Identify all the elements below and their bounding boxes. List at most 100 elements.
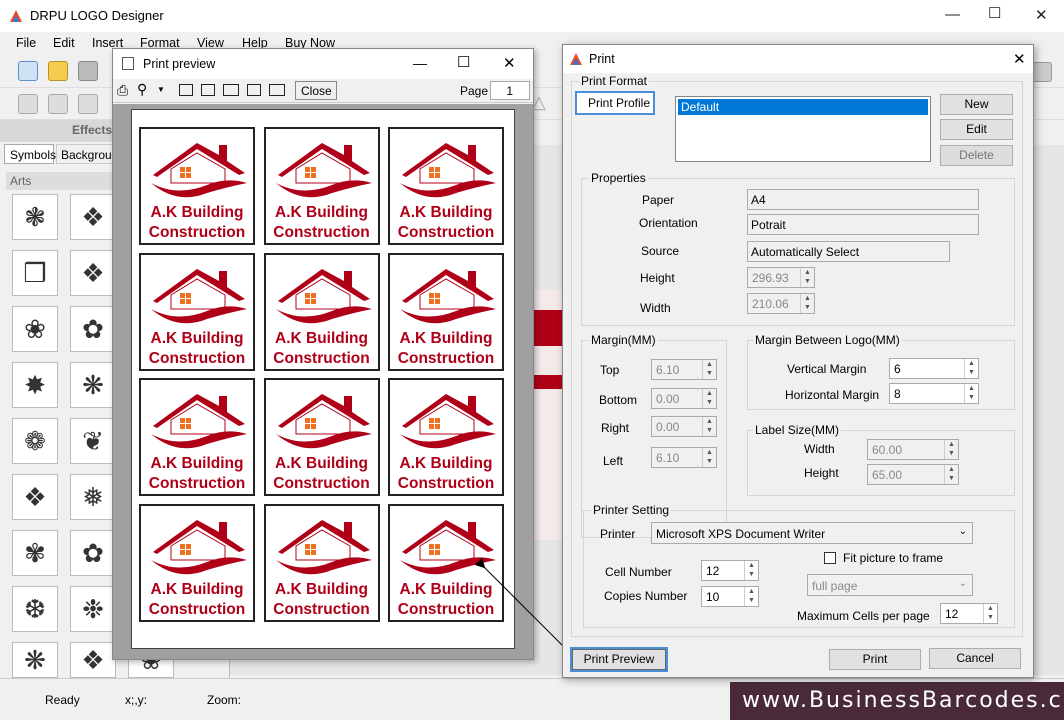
- cell-stepper[interactable]: 12 ▲ ▼: [701, 560, 759, 581]
- one-page-icon[interactable]: [179, 84, 193, 96]
- paper-field[interactable]: A4: [747, 189, 979, 210]
- symbol-square-icon[interactable]: ❒: [12, 250, 58, 296]
- copies-stepper[interactable]: 10 ▲ ▼: [701, 586, 759, 607]
- symbol-loop-icon[interactable]: ✿: [70, 306, 116, 352]
- preview-close-icon[interactable]: ✕: [503, 54, 516, 72]
- text-icon[interactable]: [18, 94, 38, 114]
- print-profile-label: Print Profile: [575, 91, 655, 115]
- four-pages-icon[interactable]: [247, 84, 261, 96]
- symbol-celtic-icon[interactable]: ❀: [12, 306, 58, 352]
- tab-symbols[interactable]: Symbols: [4, 144, 56, 164]
- edit-profile-button[interactable]: Edit: [940, 119, 1013, 140]
- symbol-flower-icon[interactable]: ❁: [12, 418, 58, 464]
- bottom-stepper[interactable]: 0.00 ▲ ▼: [651, 388, 717, 409]
- logo-label: A.K Building Construction: [263, 127, 380, 245]
- new-icon[interactable]: [18, 61, 38, 81]
- image-icon[interactable]: [48, 94, 68, 114]
- menu-file[interactable]: File: [16, 36, 36, 50]
- lock-icon[interactable]: [1032, 62, 1052, 82]
- ls-width-stepper[interactable]: 60.00 ▲ ▼: [867, 439, 959, 460]
- symbol-diamond-icon[interactable]: ❖: [70, 250, 116, 296]
- cell-spin-icon[interactable]: ▲ ▼: [744, 561, 758, 580]
- left-stepper[interactable]: 6.10 ▲ ▼: [651, 447, 717, 468]
- page-number-input[interactable]: 1: [490, 81, 530, 100]
- symbol-flourish-icon[interactable]: ✾: [12, 530, 58, 576]
- label-line2: Construction: [148, 600, 246, 618]
- symbol-clover-icon[interactable]: ✿: [70, 530, 116, 576]
- max-cells-spin-icon[interactable]: ▲ ▼: [983, 604, 997, 623]
- preview-minimize-icon[interactable]: —: [413, 55, 427, 71]
- symbol-scroll-icon[interactable]: ❦: [70, 418, 116, 464]
- width-spin-icon[interactable]: ▲ ▼: [800, 294, 814, 313]
- symbol-knot-icon[interactable]: ❖: [70, 194, 116, 240]
- symbol-fan-icon[interactable]: ❅: [70, 474, 116, 520]
- new-profile-button[interactable]: New: [940, 94, 1013, 115]
- menu-edit[interactable]: Edit: [53, 36, 75, 50]
- print-dialog-close-icon[interactable]: ✕: [1013, 50, 1026, 68]
- printer-select[interactable]: Microsoft XPS Document Writer ⌄: [651, 522, 973, 544]
- delete-profile-button[interactable]: Delete: [940, 145, 1013, 166]
- maximize-icon[interactable]: ☐: [988, 4, 1001, 22]
- symbol-star-icon[interactable]: ✸: [12, 362, 58, 408]
- minimize-icon[interactable]: —: [945, 6, 960, 23]
- fit-mode-select[interactable]: full page ⌄: [807, 574, 973, 596]
- max-cells-stepper[interactable]: 12 ▲ ▼: [940, 603, 998, 624]
- top-stepper[interactable]: 6.10 ▲ ▼: [651, 359, 717, 380]
- ls-height-spin-icon[interactable]: ▲ ▼: [944, 465, 958, 484]
- vmargin-spin-icon[interactable]: ▲ ▼: [964, 359, 978, 378]
- label-line2: Construction: [273, 224, 370, 241]
- symbol-bottom-a-icon[interactable]: ❋: [12, 642, 58, 678]
- top-spin-icon[interactable]: ▲ ▼: [702, 360, 716, 379]
- right-stepper[interactable]: 0.00 ▲ ▼: [651, 416, 717, 437]
- height-stepper[interactable]: 296.93 ▲ ▼: [747, 267, 815, 288]
- print-button[interactable]: Print: [829, 649, 921, 670]
- zoom-dropdown-icon[interactable]: ▼: [157, 85, 165, 94]
- symbol-rhombus-icon[interactable]: ❖: [12, 474, 58, 520]
- canvas-logo-swoosh: [530, 375, 566, 389]
- print-preview-button[interactable]: Print Preview: [570, 647, 668, 672]
- height-spin-icon[interactable]: ▲ ▼: [800, 268, 814, 287]
- left-value: 6.10: [656, 451, 680, 465]
- bottom-spin-icon[interactable]: ▲ ▼: [702, 389, 716, 408]
- label-text: A.K Building Construction: [266, 454, 378, 494]
- width-label: Width: [640, 301, 671, 315]
- profile-item-default[interactable]: Default: [678, 99, 928, 115]
- ls-height-stepper[interactable]: 65.00 ▲ ▼: [867, 464, 959, 485]
- printer-icon[interactable]: ⎙: [117, 82, 128, 99]
- hmargin-stepper[interactable]: 8 ▲ ▼: [889, 383, 979, 404]
- house-logo-icon: [151, 519, 247, 574]
- close-doc-icon[interactable]: [78, 61, 98, 81]
- left-spin-icon[interactable]: ▲ ▼: [702, 448, 716, 467]
- symbol-swirl-icon[interactable]: ❃: [12, 194, 58, 240]
- two-pages-icon[interactable]: [201, 84, 215, 96]
- source-field[interactable]: Automatically Select: [747, 241, 950, 262]
- open-icon[interactable]: [48, 61, 68, 81]
- vmargin-stepper[interactable]: 6 ▲ ▼: [889, 358, 979, 379]
- right-spin-icon[interactable]: ▲ ▼: [702, 417, 716, 436]
- fit-checkbox[interactable]: [824, 552, 836, 564]
- six-pages-icon[interactable]: [269, 84, 285, 96]
- camera-icon[interactable]: [78, 94, 98, 114]
- preview-close-button[interactable]: Close: [295, 81, 337, 100]
- width-stepper[interactable]: 210.06 ▲ ▼: [747, 293, 815, 314]
- status-zoom: Zoom:: [207, 693, 242, 707]
- hmargin-spin-icon[interactable]: ▲ ▼: [964, 384, 978, 403]
- tab-backgrounds[interactable]: Backgrour: [56, 144, 114, 164]
- profile-list[interactable]: Default: [675, 96, 931, 162]
- preview-maximize-icon[interactable]: ☐: [457, 53, 470, 71]
- bottom-value: 0.00: [656, 392, 680, 406]
- cancel-button[interactable]: Cancel: [929, 648, 1021, 669]
- close-icon[interactable]: ✕: [1035, 6, 1048, 24]
- ls-width-spin-icon[interactable]: ▲ ▼: [944, 440, 958, 459]
- symbol-chain-icon[interactable]: ❉: [70, 586, 116, 632]
- print-dialog-title: Print: [589, 52, 615, 66]
- label-line1: A.K Building: [399, 329, 493, 347]
- copies-spin-icon[interactable]: ▲ ▼: [744, 587, 758, 606]
- symbol-spiral-icon[interactable]: ❆: [12, 586, 58, 632]
- zoom-icon[interactable]: ⚲: [137, 81, 147, 98]
- three-pages-icon[interactable]: [223, 84, 239, 96]
- symbol-dots-icon[interactable]: ❋: [70, 362, 116, 408]
- symbol-bottom-b-icon[interactable]: ❖: [70, 642, 116, 678]
- triangle-icon[interactable]: △: [532, 92, 546, 113]
- orientation-field[interactable]: Potrait: [747, 214, 979, 235]
